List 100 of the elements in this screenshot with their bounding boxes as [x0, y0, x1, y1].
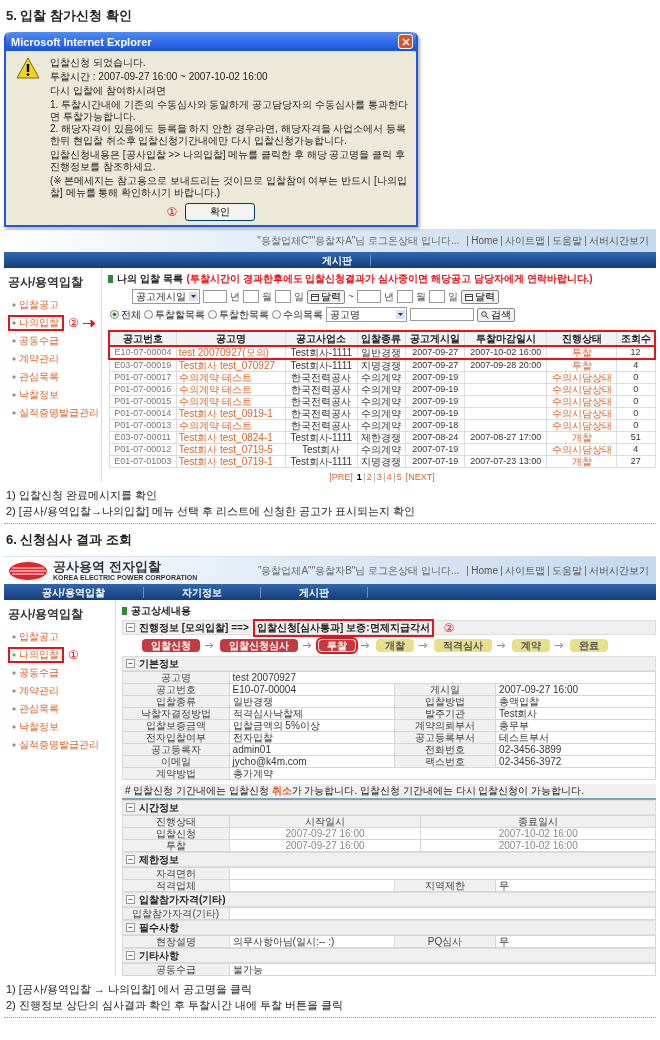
header-link[interactable]: 사이트맵 — [501, 565, 548, 576]
ok-button[interactable]: 확인 — [185, 203, 256, 221]
nav-item[interactable]: 게시판 — [304, 254, 371, 266]
nav-item[interactable]: 게시판 — [260, 586, 368, 598]
column-header: 진행상태 — [122, 815, 230, 828]
page-link[interactable]: 2 — [363, 473, 374, 482]
notice-title-link[interactable]: 수의계약 테스트 — [176, 419, 286, 432]
field-value: 2007-10-02 16:00 — [420, 839, 656, 852]
step-button[interactable]: 적격심사 — [432, 637, 494, 654]
nav-item[interactable]: 공사/용역입찰 — [4, 586, 144, 598]
date-input[interactable] — [428, 290, 445, 303]
field-value: E10-07-00004 — [229, 683, 395, 696]
sidebar-item[interactable]: 나의입찰 — [8, 647, 64, 663]
dialog-text: 2. 해당자격이 있음에도 등록을 하지 안한 경우라면, 해당자격을 사업소에서 등록한뒤 현입찰 취소후 입찰신청기간내에만 다시 입찰신청가능합니다. — [50, 123, 408, 147]
annotation-marker: ① — [68, 649, 79, 661]
notice-title-link[interactable]: 수의계약 테스트 — [176, 371, 286, 384]
notice-title-link[interactable]: Test회사 test_070927 — [176, 359, 286, 372]
page-link[interactable]: 1 — [354, 473, 364, 482]
radio-option[interactable]: 수의목록 — [272, 307, 323, 322]
expand-icon[interactable] — [126, 659, 135, 668]
caret-icon — [396, 310, 405, 319]
search-type-dropdown[interactable]: 공고명 — [326, 307, 407, 322]
step-button[interactable]: 개찰 — [374, 637, 416, 654]
table-cell: 2007-09-19 — [405, 395, 465, 408]
table-cell: 2007-07-19 — [405, 455, 465, 468]
next-page-link[interactable]: [NEXT] — [403, 473, 437, 482]
radio-button[interactable] — [272, 310, 281, 319]
date-type-dropdown[interactable]: 공고게시일 — [132, 289, 200, 304]
sidebar-item[interactable]: 나의입찰 — [8, 315, 64, 331]
radio-option[interactable]: 투찰할목록 — [144, 307, 205, 322]
prev-page-link[interactable]: [PRE] — [327, 473, 355, 482]
date-input[interactable] — [275, 290, 291, 303]
notice-title-link[interactable]: 수의계약 테스트 — [176, 395, 286, 408]
notice-title-link[interactable]: Test회사 test_0919-1 — [176, 407, 286, 420]
radio-button[interactable] — [144, 310, 153, 319]
date-input[interactable] — [396, 290, 413, 303]
field-value: 2007-10-02 16:00 — [420, 827, 656, 840]
search-button[interactable]: 검색 — [477, 307, 515, 322]
annotation-marker: ② — [443, 621, 455, 634]
table-cell: 2007-09-19 — [405, 371, 465, 384]
status-text: 수의시담상태 — [546, 443, 617, 456]
notice-title-link[interactable]: test 20070927(모의) — [176, 346, 286, 359]
calendar-button[interactable]: 달력 — [307, 289, 345, 304]
field-value: 입찰금액의 5%이상 — [229, 719, 395, 732]
radio-button[interactable] — [110, 310, 119, 319]
expand-icon[interactable] — [126, 855, 135, 864]
header-link[interactable]: Home — [467, 565, 501, 576]
header-link[interactable]: 도움말 — [548, 236, 585, 246]
step-button[interactable]: 입찰신청 — [140, 637, 202, 654]
expand-icon[interactable] — [126, 951, 135, 960]
step-button[interactable]: 완료 — [568, 637, 610, 654]
search-field[interactable] — [410, 308, 474, 321]
close-button[interactable] — [398, 34, 413, 49]
radio-option[interactable]: 투찰한목록 — [208, 307, 269, 322]
notice-title-link[interactable]: 수의계약 테스트 — [176, 383, 286, 396]
dialog-text: 1. 투찰시간내에 기존의 수동심사와 동일하게 공고담당자의 수동심사를 통과한다면 투찰가능합니다. — [50, 99, 408, 123]
unit-label: 일 — [294, 289, 304, 304]
dialog-text: (※ 본메세지는 참고용으로 보내드리는 것이므로 입찰참여 여부는 반드시 [나의입찰] 메뉴를 통해 확인하시기 바랍니다.) — [50, 175, 408, 199]
page-link[interactable]: 5 — [393, 473, 404, 482]
field-label: 자격면허 — [122, 867, 230, 880]
instruction-text: 1) [공사/용역입찰 → 나의입찰] 에서 공고명을 클릭 — [6, 982, 254, 996]
notice-title-link[interactable]: Test회사 test_0719-5 — [176, 443, 286, 456]
expand-icon[interactable] — [126, 923, 135, 932]
step-button[interactable]: 계약 — [510, 637, 552, 654]
table-cell: 2007-09-19 — [405, 383, 465, 396]
header-link[interactable]: 도움말 — [548, 565, 585, 576]
arrow-icon — [205, 642, 215, 649]
nav-item[interactable]: 자기정보 — [143, 586, 261, 598]
progress-label: 진행정보 [모의입찰] ==> — [139, 620, 249, 635]
page-link[interactable]: 3 — [373, 473, 384, 482]
date-input[interactable] — [356, 290, 381, 303]
header-link[interactable]: 서버시간보기 — [585, 565, 652, 576]
column-header: 공고번호 — [109, 331, 177, 346]
expand-icon[interactable] — [126, 623, 135, 632]
instruction-text: 2) [공사/용역입찰→나의입찰] 메뉴 선택 후 리스트에 신청한 공고가 표시되는지 확인 — [6, 504, 417, 518]
unit-label: 년 — [230, 289, 240, 304]
notice-title-link[interactable]: Test회사 test_0824-1 — [176, 431, 286, 444]
status-text: 수의시담상태 — [546, 419, 617, 432]
table-cell: 0 — [616, 407, 655, 420]
status-text: 투찰 — [546, 359, 617, 372]
field-label: PQ심사 — [394, 935, 496, 948]
step-button[interactable]: 투찰 — [316, 637, 358, 654]
calendar-icon — [464, 292, 473, 301]
radio-button[interactable] — [208, 310, 217, 319]
radio-option[interactable]: 전체 — [110, 307, 141, 322]
calendar-button[interactable]: 달력 — [460, 289, 499, 304]
date-input[interactable] — [203, 290, 227, 303]
header-link[interactable]: 서버시간보기 — [585, 236, 652, 246]
date-input[interactable] — [243, 290, 259, 303]
page-link[interactable]: 4 — [383, 473, 394, 482]
table-cell: Test회사-1111 — [285, 359, 358, 372]
expand-icon[interactable] — [126, 895, 135, 904]
step-button[interactable]: 입찰신청심사 — [218, 637, 300, 654]
table-cell: 12 — [616, 346, 655, 359]
table-cell: 0 — [616, 383, 655, 396]
header-link[interactable]: Home — [467, 236, 501, 246]
header-link[interactable]: 사이트맵 — [501, 236, 548, 246]
expand-icon[interactable] — [126, 803, 135, 812]
notice-title-link[interactable]: Test회사 test_0719-1 — [176, 455, 286, 468]
table-cell: P01-07-00012 — [109, 443, 177, 456]
